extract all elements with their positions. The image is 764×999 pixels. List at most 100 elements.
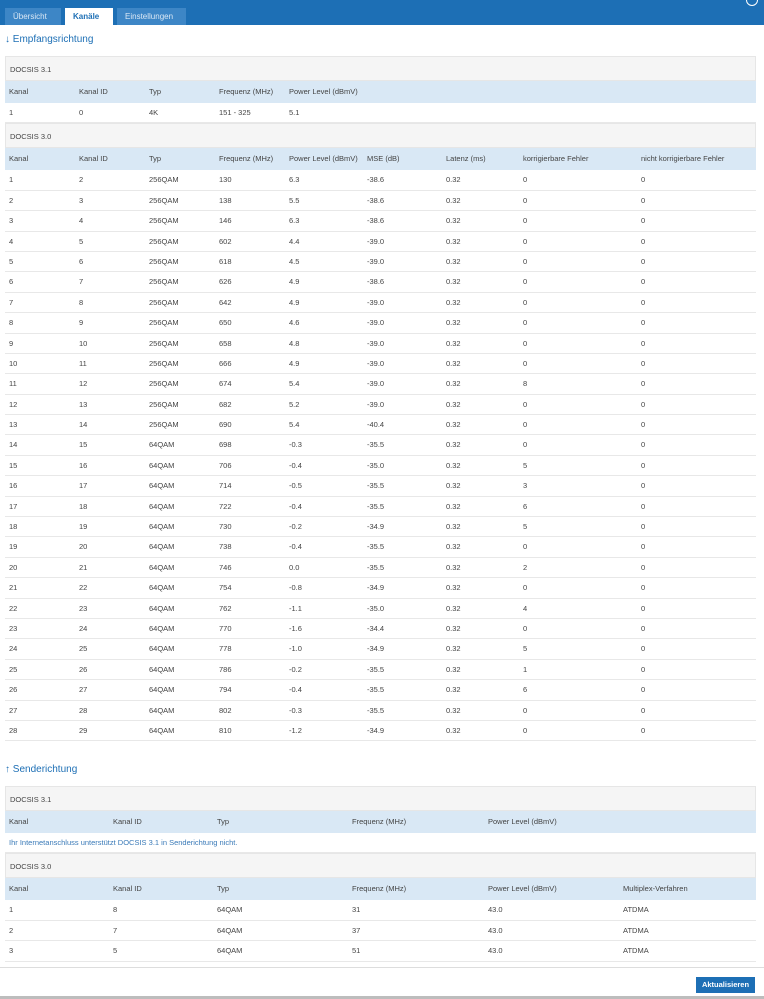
tab-uebersicht[interactable]: Übersicht [5, 8, 61, 25]
table-cell: -35.0 [367, 460, 385, 470]
table-cell: 0 [79, 108, 84, 117]
column-header: Kanal [9, 154, 29, 164]
tab-einstellungen[interactable]: Einstellungen [117, 8, 186, 25]
table-cell: 642 [219, 297, 232, 307]
table-cell: 15 [79, 440, 88, 450]
table-cell: 0 [523, 358, 528, 368]
table-cell: 0 [641, 481, 646, 491]
table-cell: 43.0 [488, 925, 503, 935]
table-cell: 0 [641, 501, 646, 511]
table-row: 24 25 64QAM 778 -1.0 -34.9 0.32 5 0 [5, 639, 756, 660]
column-header: korrigierbare Fehler [523, 154, 589, 164]
table-cell: 256QAM [149, 399, 179, 409]
table-cell: 64QAM [149, 501, 175, 511]
help-icon[interactable] [746, 0, 758, 6]
table-cell: -39.0 [367, 338, 385, 348]
table-cell: -35.5 [367, 542, 385, 552]
table-cell: 256QAM [149, 216, 179, 226]
table-cell: 0 [641, 338, 646, 348]
table-cell: 130 [219, 175, 232, 185]
docsis31-down-rows: 1 0 4K 151 - 325 5.1 [5, 103, 756, 124]
table-cell: 0 [523, 277, 528, 287]
table-cell: 674 [219, 379, 232, 389]
table-cell: 28 [9, 725, 18, 735]
table-row: 1 2 256QAM 130 6.3 -38.6 0.32 0 0 [5, 170, 756, 191]
column-header: Kanal ID [113, 884, 142, 894]
column-header: Frequenz (MHz) [219, 87, 274, 96]
table-cell: 22 [79, 583, 88, 593]
table-cell: 138 [219, 195, 232, 205]
docsis31-down-label: DOCSIS 3.1 [5, 56, 756, 81]
table-cell: 810 [219, 725, 232, 735]
table-cell: 256QAM [149, 379, 179, 389]
table-cell: 7 [79, 277, 84, 287]
table-cell: 4.9 [289, 358, 300, 368]
table-cell: 7 [9, 297, 14, 307]
column-header: Power Level (dBmV) [289, 87, 358, 96]
table-cell: 738 [219, 542, 232, 552]
table-cell: 5 [523, 460, 528, 470]
table-cell: 12 [79, 379, 88, 389]
table-cell: -40.4 [367, 420, 385, 430]
docsis30-down-rows: 1 2 256QAM 130 6.3 -38.6 0.32 0 0 2 3 256QAM 138 5.5-… [5, 170, 756, 742]
table-cell: 5 [113, 946, 118, 956]
table-cell: 27 [79, 685, 88, 695]
downstream-title: ↓ Empfangsrichtung [5, 34, 94, 45]
table-cell: 0 [523, 705, 528, 715]
table-cell: 4.9 [289, 297, 300, 307]
table-row: 20 21 64QAM 746 0.0 -35.5 0.32 2 0 [5, 558, 756, 579]
table-cell: 0.32 [446, 420, 461, 430]
table-cell: 64QAM [149, 583, 175, 593]
table-cell: 29 [79, 725, 88, 735]
table-cell: 3 [523, 481, 528, 491]
table-cell: 698 [219, 440, 232, 450]
table-cell: 64QAM [149, 440, 175, 450]
table-cell: 27 [9, 705, 18, 715]
table-cell: 9 [9, 338, 14, 348]
table-cell: 0 [641, 420, 646, 430]
table-cell: 730 [219, 522, 232, 532]
downstream-table: DOCSIS 3.1 Kanal Kanal ID Typ Frequenz (MHz… [5, 56, 756, 742]
table-cell: 13 [9, 420, 18, 430]
table-cell: 0.32 [446, 277, 461, 287]
table-cell: 0 [641, 236, 646, 246]
column-header: Frequenz (MHz) [352, 817, 407, 826]
table-cell: 6.3 [289, 216, 300, 226]
table-cell: 4K [149, 108, 159, 117]
table-cell: 770 [219, 623, 232, 633]
table-cell: 64QAM [149, 481, 175, 491]
table-cell: 5.5 [289, 195, 300, 205]
table-cell: 650 [219, 318, 232, 328]
table-cell: 64QAM [149, 725, 175, 735]
table-row: 11 12 256QAM 674 5.4 -39.0 0.32 8 0 [5, 374, 756, 395]
top-navigation-bar: Übersicht Kanäle Einstellungen [0, 0, 764, 25]
table-cell: 0 [523, 623, 528, 633]
table-cell: 0 [641, 195, 646, 205]
table-cell: 0.32 [446, 685, 461, 695]
table-cell: 6 [79, 256, 84, 266]
table-cell: 0 [641, 583, 646, 593]
table-cell: 18 [9, 522, 18, 532]
table-cell: 10 [79, 338, 88, 348]
table-cell: 4.4 [289, 236, 300, 246]
table-cell: -35.5 [367, 501, 385, 511]
docsis30-up-header: Kanal Kanal ID Typ Frequenz (MHz) Power Leve… [5, 878, 756, 901]
table-row: 7 8 256QAM 642 4.9 -39.0 0.32 0 0 [5, 293, 756, 314]
table-cell: 6 [9, 277, 14, 287]
table-cell: 706 [219, 460, 232, 470]
table-row: 1 0 4K 151 - 325 5.1 [5, 103, 756, 124]
table-cell: -0.2 [289, 522, 302, 532]
table-cell: 5 [9, 256, 14, 266]
table-cell: 0.32 [446, 256, 461, 266]
refresh-button[interactable]: Aktualisieren [696, 977, 755, 993]
column-header: MSE (dB) [367, 154, 400, 164]
table-cell: 5 [79, 236, 84, 246]
table-row: 2 3 256QAM 138 5.5 -38.6 0.32 0 0 [5, 191, 756, 212]
table-cell: 64QAM [149, 522, 175, 532]
table-cell: 0 [641, 664, 646, 674]
table-cell: 15 [9, 460, 18, 470]
column-header: nicht korrigierbare Fehler [641, 154, 725, 164]
table-cell: -39.0 [367, 297, 385, 307]
column-header: Kanal ID [79, 154, 108, 164]
tab-kanaele[interactable]: Kanäle [65, 8, 113, 25]
